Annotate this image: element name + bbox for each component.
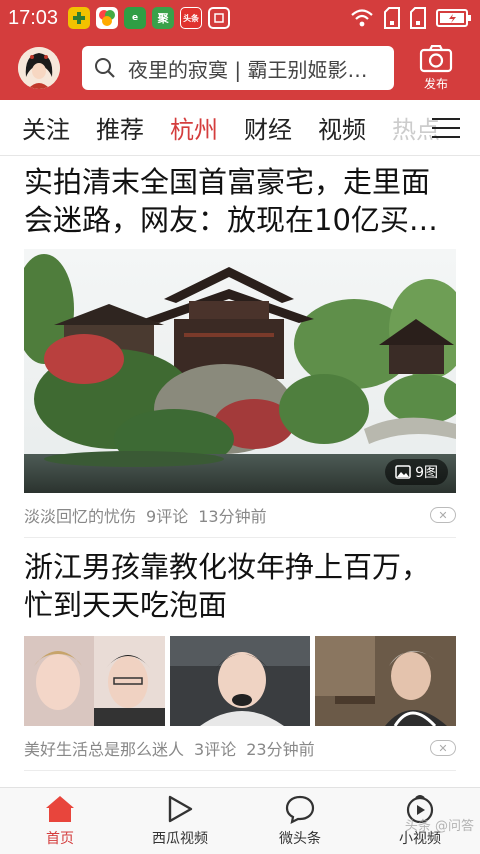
news-feed: 实拍清末全国首富豪宅，走里面会迷路，网友：放现在10亿买… 9图 淡淡回忆的忧伤… [0,157,480,787]
status-indicators [350,7,472,29]
toutiao-icon: 头条 [180,7,203,29]
article-title[interactable]: 实拍清末全国首富豪宅，走里面会迷路，网友：放现在10亿买… [24,163,456,239]
article-image[interactable]: 9图 [24,249,456,493]
nav-home[interactable]: 首页 [0,788,120,854]
article-time: 23分钟前 [246,740,315,759]
app-cross-icon [68,7,91,29]
home-icon [46,796,74,822]
nav-home-label: 首页 [46,831,74,847]
nav-weitoutiao-label: 微头条 [279,831,321,847]
image-count: 9图 [415,465,438,481]
tab-recommend[interactable]: 推荐 [96,110,144,145]
article-comments: 9评论 [146,507,189,526]
app-news-icon: 聚 [152,7,175,29]
article-source[interactable]: 美好生活总是那么迷人 [24,736,184,760]
article-title[interactable]: 浙江男孩靠教化妆年挣上百万，忙到天天吃泡面 [24,548,456,624]
dislike-close-icon[interactable]: ✕ [430,507,456,523]
status-time: 17:03 [8,6,59,29]
sim-signal-icon-2 [410,7,426,29]
divider [24,537,456,538]
tab-finance[interactable]: 财经 [244,110,292,145]
article-source[interactable]: 淡淡回忆的忧伤 [24,503,136,527]
watermark: 头条 @问答 [404,819,474,834]
article-meta: 淡淡回忆的忧伤 9评论 13分钟前 ✕ [24,493,456,537]
thumbnail-image[interactable] [169,636,311,726]
article-card[interactable]: 实拍清末全国首富豪宅，走里面会迷路，网友：放现在10亿买… 9图 淡淡回忆的忧伤… [0,163,480,537]
search-box[interactable]: 夜里的寂寞 | 霸王别姬影… [82,46,394,90]
search-icon [95,58,115,78]
publish-button[interactable]: 发布 [416,44,456,92]
app-e-icon: e [124,7,147,29]
thumbnail-image[interactable] [315,636,457,726]
thumbnail-row[interactable] [24,636,457,726]
article-meta: 美好生活总是那么迷人 3评论 23分钟前 ✕ [24,726,456,770]
screenshot-icon [208,7,231,29]
divider [24,770,456,771]
nav-xigua-label: 西瓜视频 [152,831,208,847]
dislike-close-icon[interactable]: ✕ [430,740,456,756]
top-header: 夜里的寂寞 | 霸王别姬影… 发布 [0,36,480,100]
channel-tabs: 关注 推荐 杭州 财经 视频 热点 [0,100,480,156]
battery-icon [436,9,471,27]
article-time: 13分钟前 [198,507,267,526]
image-count-badge: 9图 [385,459,448,485]
publish-label: 发布 [423,76,448,91]
search-suggestion: 夜里的寂寞 | 霸王别姬影… [128,57,368,82]
tab-video[interactable]: 视频 [318,110,366,145]
thumbnail-image[interactable] [24,636,165,726]
tab-follow[interactable]: 关注 [22,110,70,145]
avatar[interactable] [18,47,60,89]
nav-xigua-video[interactable]: 西瓜视频 [120,788,240,854]
camera-icon [419,44,453,72]
wifi-icon [351,9,373,27]
app-colorful-icon [96,7,119,29]
nav-weitoutiao[interactable]: 微头条 [240,788,360,854]
play-icon [168,795,193,823]
sim-signal-icon [384,7,400,29]
gallery-icon [395,465,411,479]
bottom-nav: 首页 西瓜视频 微头条 小视频 头条 @问答 [0,787,480,854]
article-card[interactable]: 浙江男孩靠教化妆年挣上百万，忙到天天吃泡面 美好生活总是那么迷人 3评论 23分… [0,548,480,770]
chat-bubble-icon [285,795,315,824]
status-bar: 17:03 e 聚 头条 [0,0,480,36]
article-comments: 3评论 [194,740,237,759]
tab-hangzhou[interactable]: 杭州 [170,110,218,145]
channel-menu-icon[interactable] [432,118,460,140]
